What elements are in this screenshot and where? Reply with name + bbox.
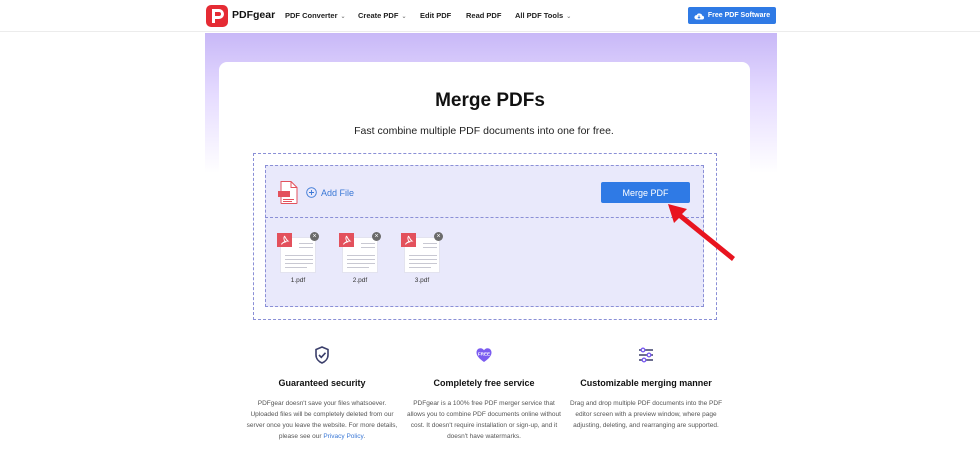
file-name: 1.pdf — [290, 277, 306, 284]
privacy-policy-link[interactable]: Privacy Policy — [323, 433, 363, 440]
feature-description: Drag and drop multiple PDF documents int… — [569, 400, 723, 429]
nav-label: Read PDF — [466, 11, 502, 20]
pdf-file-icon — [278, 181, 298, 204]
feature-customizable: Customizable merging manner Drag and dro… — [551, 345, 741, 431]
remove-file-icon[interactable]: × — [310, 232, 319, 241]
file-name: 3.pdf — [414, 277, 430, 284]
pdfgear-logo-icon[interactable] — [206, 5, 228, 27]
chevron-down-icon: ⌄ — [401, 14, 407, 20]
nav-read-pdf[interactable]: Read PDF — [466, 11, 501, 20]
pdf-thumbnail[interactable]: × 2.pdf — [339, 232, 381, 289]
nav-edit-pdf[interactable]: Edit PDF — [420, 11, 451, 20]
pdf-badge-icon — [401, 233, 416, 247]
pdf-badge-icon — [277, 233, 292, 247]
nav-label: Create PDF — [358, 11, 399, 20]
shield-check-icon — [315, 346, 329, 364]
cloud-download-icon — [694, 12, 704, 20]
free-pdf-software-button[interactable]: Free PDF Software — [688, 7, 776, 24]
chevron-down-icon: ⌄ — [566, 14, 572, 20]
free-pdf-software-label: Free PDF Software — [707, 12, 771, 19]
nav-pdf-converter[interactable]: PDF Converter ⌄ — [285, 11, 346, 20]
red-arrow-annotation-icon — [668, 204, 735, 261]
nav-label: PDF Converter — [285, 11, 338, 20]
nav-label: All PDF Tools — [515, 11, 564, 20]
remove-file-icon[interactable]: × — [434, 232, 443, 241]
page-subtitle: Fast combine multiple PDF documents into… — [354, 125, 614, 137]
nav-label: Edit PDF — [420, 11, 452, 20]
panel-divider — [265, 217, 704, 218]
remove-file-icon[interactable]: × — [372, 232, 381, 241]
page-title: Merge PDFs — [435, 90, 545, 111]
feature-title: Customizable merging manner — [580, 378, 712, 388]
chevron-down-icon: ⌄ — [340, 14, 346, 20]
nav-all-pdf-tools[interactable]: All PDF Tools ⌄ — [515, 11, 571, 20]
feature-text: PDFgear doesn't save your files whatsoev… — [246, 400, 398, 440]
file-name: 2.pdf — [352, 277, 368, 284]
nav-create-pdf[interactable]: Create PDF ⌄ — [358, 11, 406, 20]
sliders-icon — [639, 347, 653, 363]
plus-circle-icon — [306, 187, 317, 198]
top-navbar: PDFgear PDF Converter ⌄ Create PDF ⌄ Edit … — [0, 0, 980, 32]
pdf-thumbnail[interactable]: × 1.pdf — [277, 232, 319, 289]
add-file-button[interactable]: Add File — [278, 181, 354, 204]
pdf-badge-icon — [339, 233, 354, 247]
heart-free-icon: FREE — [476, 348, 492, 362]
svg-text:FREE: FREE — [478, 351, 490, 356]
pdf-thumbnail[interactable]: × 3.pdf — [401, 232, 443, 289]
brand-name[interactable]: PDFgear — [232, 9, 275, 21]
add-file-label: Add File — [321, 187, 355, 198]
feature-text-end: . — [363, 433, 366, 440]
